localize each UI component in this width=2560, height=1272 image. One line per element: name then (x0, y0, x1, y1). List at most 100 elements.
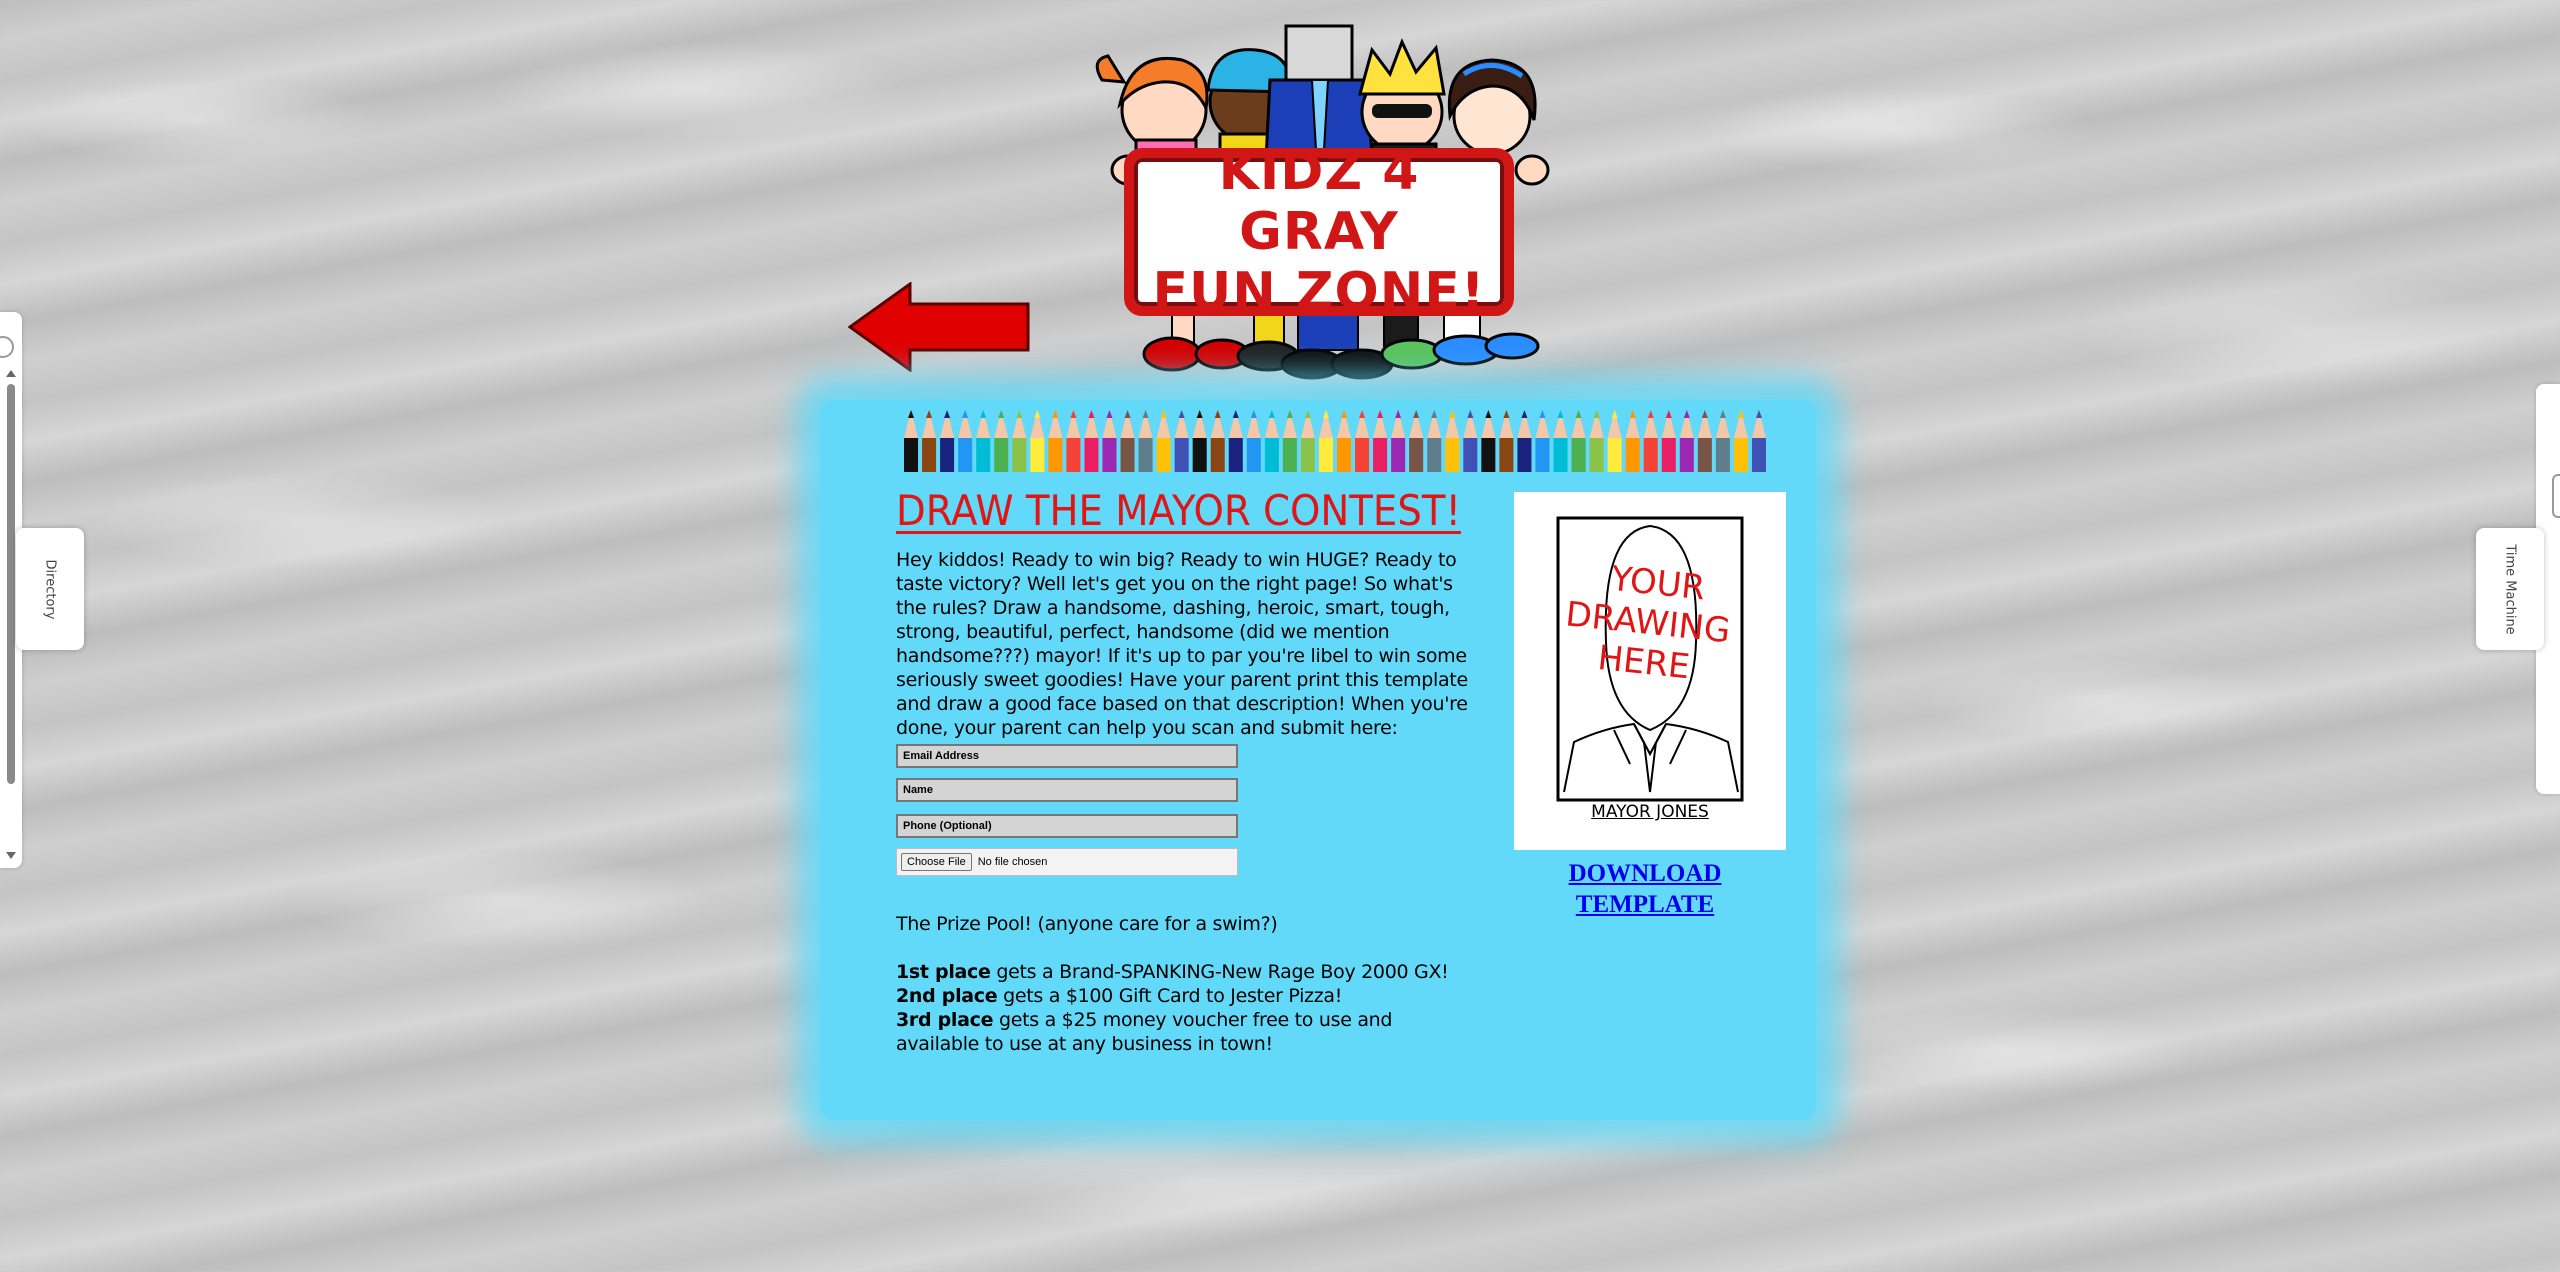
pencil-lead (1701, 410, 1708, 418)
pencil-lead (1683, 410, 1690, 418)
download-line-2: TEMPLATE (1575, 891, 1715, 918)
pencil-lead (1160, 410, 1167, 418)
pencil-body (1409, 438, 1424, 472)
pencil-body (1607, 438, 1622, 472)
pencil-body (1661, 438, 1676, 472)
pencil-lead (1431, 410, 1438, 418)
pencil-lead (1665, 410, 1672, 418)
pencil-lead (926, 410, 933, 418)
pencil-body (958, 438, 973, 472)
pencil-body (1210, 438, 1225, 472)
pencil-body (1625, 438, 1640, 472)
prize-second-label: 2nd place (896, 985, 998, 1007)
pencil-body (1535, 438, 1550, 472)
pencil-lead (1268, 410, 1275, 418)
pencil-lead (998, 410, 1005, 418)
pencil-lead (1449, 410, 1456, 418)
rail-knob[interactable] (0, 336, 14, 358)
right-rail-knob[interactable] (2552, 474, 2560, 518)
pencil-body (1138, 438, 1153, 472)
pencil-body (1030, 438, 1045, 472)
logo-line-1: KIDZ 4 GRAY (1218, 142, 1420, 262)
pencil-lead (962, 410, 969, 418)
pencil-lead (1250, 410, 1257, 418)
name-field[interactable] (896, 778, 1238, 802)
pencil-lead (1178, 410, 1185, 418)
prize-third: 3rd place gets a $25 money voucher free … (896, 1008, 1470, 1056)
pencil-lead (1070, 410, 1077, 418)
mayor-outline-drawing: YOUR DRAWING HERE (1556, 516, 1744, 802)
pencil-body (1228, 438, 1243, 472)
pencil-body (1264, 438, 1279, 472)
pencil-body (1156, 438, 1171, 472)
choose-file-button[interactable]: Choose File (901, 853, 972, 871)
pencil-body (1192, 438, 1207, 472)
pencil-lead (1719, 410, 1726, 418)
prize-third-label: 3rd place (896, 1009, 994, 1031)
pencil-lead (1034, 410, 1041, 418)
pencil-body (1048, 438, 1063, 472)
pencil-lead (1214, 410, 1221, 418)
download-template-link[interactable]: DOWNLOAD TEMPLATE (1540, 858, 1750, 920)
mayor-template-preview: YOUR DRAWING HERE MAYOR JONES (1514, 492, 1786, 850)
pencil-lead (1629, 410, 1636, 418)
pencil-body (1463, 438, 1478, 472)
pencil-body (1553, 438, 1568, 472)
prize-second-text: gets a $100 Gift Card to Jester Pizza! (997, 985, 1343, 1007)
pencil-body (1318, 438, 1333, 472)
pencil-body (1427, 438, 1442, 472)
contest-intro: Hey kiddos! Ready to win big? Ready to w… (896, 549, 1468, 739)
pencil-body (1481, 438, 1496, 472)
file-status: No file chosen (977, 856, 1048, 868)
scroll-thumb[interactable] (7, 384, 15, 784)
pencil-lead (1737, 410, 1744, 418)
pencil-lead (1395, 410, 1402, 418)
time-machine-tab[interactable]: Time Machine (2476, 528, 2544, 650)
file-upload[interactable]: Choose File No file chosen (896, 848, 1238, 876)
prize-second: 2nd place gets a $100 Gift Card to Jeste… (896, 984, 1470, 1008)
pencil-body (1589, 438, 1604, 472)
prize-heading: The Prize Pool! (anyone care for a swim?… (896, 913, 1278, 935)
email-field[interactable] (896, 744, 1238, 768)
pencil-lead (980, 410, 987, 418)
pencil-lead (1359, 410, 1366, 418)
pencil-lead (1142, 410, 1149, 418)
pencil-body (1300, 438, 1315, 472)
pencil-lead (1341, 410, 1348, 418)
pencil-body (1084, 438, 1099, 472)
pencil-body (1571, 438, 1586, 472)
pencil-lead (1413, 410, 1420, 418)
pencil-body (1751, 438, 1766, 472)
logo-text: KIDZ 4 GRAY FUN ZONE! (1134, 142, 1504, 322)
directory-tab[interactable]: Directory (16, 528, 84, 650)
pencil-lead (1304, 410, 1311, 418)
pencil-body (1391, 438, 1406, 472)
pencil-lead (1124, 410, 1131, 418)
back-arrow-icon[interactable] (848, 282, 1032, 372)
pencil-body (1445, 438, 1460, 472)
pencil-lead (1539, 410, 1546, 418)
pencil-lead (1052, 410, 1059, 418)
pencil-lead (1232, 410, 1239, 418)
prize-first-text: gets a Brand-SPANKING-New Rage Boy 2000 … (990, 961, 1449, 983)
phone-field[interactable] (896, 814, 1238, 838)
pencil-lead (1377, 410, 1384, 418)
colored-pencils-banner (904, 410, 1766, 472)
pencil-body (1733, 438, 1748, 472)
pencil-body (940, 438, 955, 472)
pencil-body (1679, 438, 1694, 472)
scroll-up-arrow-icon[interactable] (6, 370, 16, 377)
pencil-lead (1647, 410, 1654, 418)
pencil-lead (1286, 410, 1293, 418)
pencil-body (1373, 438, 1388, 472)
time-machine-tab-label: Time Machine (2502, 543, 2518, 635)
pencil-lead (908, 410, 915, 418)
pencil-body (1499, 438, 1514, 472)
download-line-1: DOWNLOAD (1568, 860, 1722, 887)
scroll-down-arrow-icon[interactable] (6, 852, 16, 859)
pencil-lead (1521, 410, 1528, 418)
pencil-body (1282, 438, 1297, 472)
contest-title: DRAW THE MAYOR CONTEST! (896, 486, 1461, 535)
pencil-body (1102, 438, 1117, 472)
logo-line-2: FUN ZONE! (1152, 262, 1486, 322)
